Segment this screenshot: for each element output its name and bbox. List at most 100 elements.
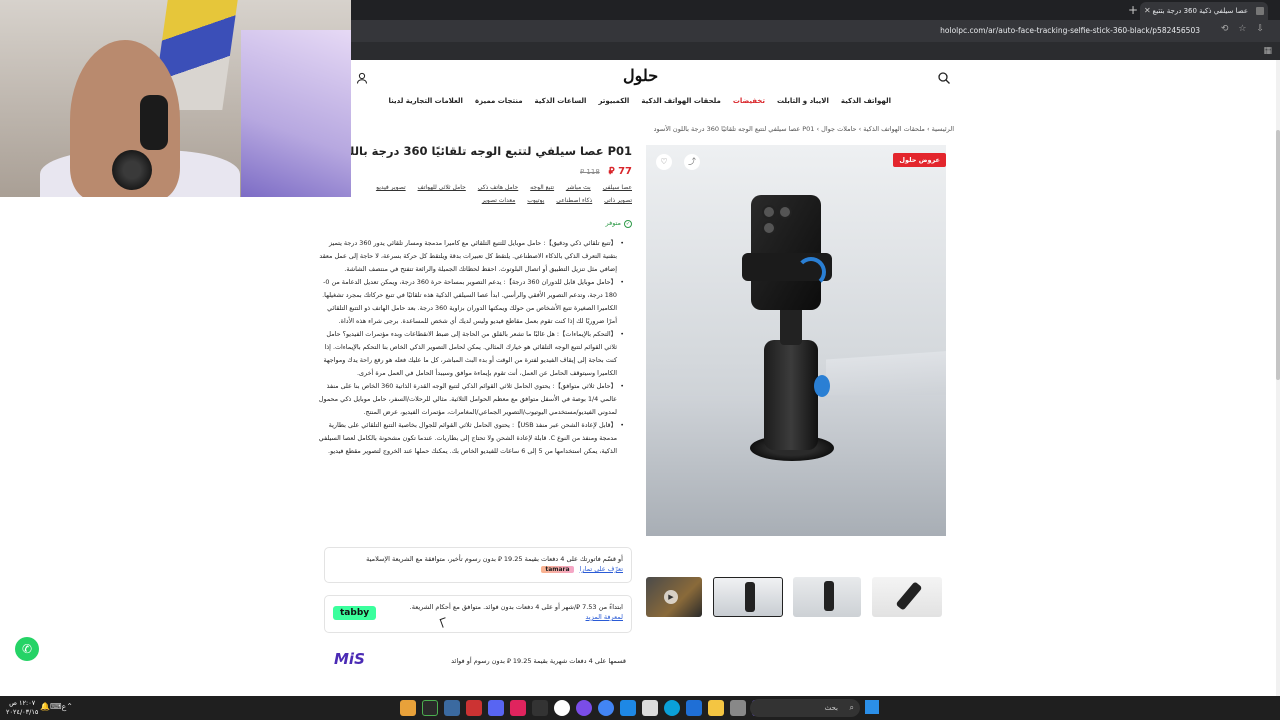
tag-link[interactable]: بث مباشر: [566, 184, 591, 191]
app-icon[interactable]: [620, 700, 636, 716]
new-tab-icon[interactable]: +: [1128, 3, 1138, 17]
site-favicon-icon: [1256, 7, 1264, 15]
breadcrumb[interactable]: الرئيسية › ملحقات الهواتف الذكية › حاملا…: [620, 125, 954, 133]
edge-icon[interactable]: [664, 700, 680, 716]
windows-start-icon[interactable]: [865, 700, 879, 714]
tag-link[interactable]: يوتيوب: [527, 197, 544, 204]
discord-icon[interactable]: [488, 700, 504, 716]
chrome-icon[interactable]: [400, 700, 416, 716]
current-price: 77 ⃁: [608, 166, 632, 177]
thumbnail-object: [823, 581, 834, 611]
mis-logo: MiS: [334, 650, 365, 668]
wishlist-heart-icon[interactable]: ♡: [656, 154, 672, 170]
thumbnail[interactable]: [793, 577, 861, 617]
thumbnail-video[interactable]: ▶: [646, 577, 702, 617]
old-price: 118 ⃁: [580, 168, 600, 176]
app-icon[interactable]: [730, 700, 746, 716]
clock-date: ٢٠٢٤/٠٣/١٥: [6, 708, 39, 716]
feature-list: 【تتبع تلقائي ذكي ودقيق】: حامل موبايل للت…: [318, 237, 624, 458]
tamara-payment-box: أو قسّم فاتورتك على 4 دفعات بقيمة 19.25 …: [324, 547, 632, 583]
feature-item: 【تتبع تلقائي ذكي ودقيق】: حامل موبايل للت…: [318, 237, 624, 276]
product-title: P01 عصا سيلفي لتتبع الوجه تلقائيًا 360 د…: [292, 144, 632, 158]
app-icon[interactable]: [576, 700, 592, 716]
product-info: P01 عصا سيلفي لتتبع الوجه تلقائيًا 360 د…: [292, 140, 632, 228]
tabby-learn-link[interactable]: لمعرفة المزيد: [333, 613, 623, 621]
nav-sales[interactable]: تخفيضات: [733, 97, 765, 105]
search-icon: ⌕: [849, 703, 854, 712]
app-icon[interactable]: [686, 700, 702, 716]
price-row: 77 ⃁ 118 ⃁: [318, 164, 632, 177]
nav-ipad-tablets[interactable]: الايباد و التابلت: [777, 97, 829, 105]
tag-link[interactable]: معدات تصوير: [482, 197, 515, 204]
webcam-overlay: [0, 0, 351, 197]
tag-link[interactable]: تتبع الوجه: [530, 184, 554, 191]
taskbar-clock[interactable]: ١٢:٠٧ ص ٢٠٢٤/٠٣/١٥: [6, 699, 38, 717]
tamara-text: أو قسّم فاتورتك على 4 دفعات بقيمة 19.25 …: [366, 555, 623, 563]
play-icon[interactable]: ▶: [664, 590, 678, 604]
close-icon[interactable]: ✕: [1144, 2, 1151, 20]
app-icon[interactable]: [554, 700, 570, 716]
steam-icon[interactable]: [444, 700, 460, 716]
nav-phone-accessories[interactable]: ملحقات الهواتف الذكية: [641, 97, 720, 105]
camera-lens-icon: [778, 205, 792, 219]
camera-lens-icon: [762, 221, 776, 235]
tag-link[interactable]: حامل هاتف ذكي: [478, 184, 519, 191]
headset-icon: [140, 95, 168, 150]
camera-lens-icon: [762, 205, 776, 219]
feature-item: 【قابل لإعادة الشحن عبر منفذ USB】: يحتوي …: [318, 419, 624, 458]
nav-computers[interactable]: الكمبيوتر: [598, 97, 629, 105]
tag-link[interactable]: تصوير فيديو: [376, 184, 405, 191]
apps-grid-icon[interactable]: ▦: [1263, 46, 1272, 56]
browser-tab[interactable]: عصا سيلفي ذكية 360 درجة بتتبع ✕: [1140, 2, 1268, 20]
system-tray-icon[interactable]: 🔔⌨ع⌃: [40, 702, 73, 711]
taskbar-search[interactable]: بحث ⌕: [750, 699, 860, 717]
main-navigation: الهواتف الذكية الايباد و التابلت تخفيضات…: [389, 97, 891, 105]
thumbnail[interactable]: [872, 577, 942, 617]
url-field[interactable]: hololpc.com/ar/auto-face-tracking-selfie…: [940, 24, 1200, 38]
reload-icon[interactable]: ⟲☆⇩: [1221, 24, 1274, 34]
share-icon[interactable]: ⤴: [684, 154, 700, 170]
stock-status: ✓متوفر: [318, 219, 632, 228]
tag-link[interactable]: حامل ثلاثي للهواتف: [418, 184, 466, 191]
whatsapp-icon[interactable]: ✆: [15, 637, 39, 661]
tabby-text: ابتداءً من 7.53 ⃁/شهر أو على 4 دفعات بدو…: [409, 603, 623, 611]
tamara-logo: tamara: [541, 566, 574, 573]
tag-link[interactable]: عصا سيلفي: [603, 184, 632, 191]
app-icon[interactable]: [532, 700, 548, 716]
folder-icon[interactable]: [708, 700, 724, 716]
check-circle-icon: ✓: [624, 220, 632, 228]
thumbnail-selected[interactable]: [713, 577, 783, 617]
product-main-image[interactable]: عروض حلول ♡ ⤴: [646, 145, 946, 536]
site-header: حلول الهواتف الذكية الايباد و التابلت تخ…: [351, 60, 1280, 120]
nav-brands[interactable]: العلامات التجارية لدينا: [389, 97, 463, 105]
taskbar-apps: [400, 700, 774, 716]
mis-text: قسمها على 4 دفعات شهرية بقيمة 19.25 ⃁ بد…: [451, 657, 626, 665]
microphone-icon: [112, 150, 152, 190]
terminal-icon[interactable]: [422, 700, 438, 716]
thumbnail-strip: ▶: [646, 577, 946, 619]
search-icon[interactable]: [937, 70, 951, 84]
nav-featured[interactable]: منتجات مميزة: [475, 97, 523, 105]
feature-item: 【حامل ثلاثي متوافق】: يحتوي الحامل ثلاثي …: [318, 380, 624, 419]
clock-time: ١٢:٠٧ ص: [9, 699, 36, 707]
tag-link[interactable]: تصوير ذاتي: [604, 197, 632, 204]
tabby-payment-box: ابتداءً من 7.53 ⃁/شهر أو على 4 دفعات بدو…: [324, 595, 632, 633]
scrollbar-thumb[interactable]: [1276, 130, 1280, 380]
offer-badge: عروض حلول: [893, 153, 946, 167]
app-icon[interactable]: [642, 700, 658, 716]
site-logo[interactable]: حلول: [623, 66, 658, 85]
tag-link[interactable]: ذكاء اصطناعي: [556, 197, 592, 204]
feature-item: 【حامل موبايل قابل للدوران 360 درجة】: يدع…: [318, 276, 624, 328]
tabby-logo: tabby: [333, 606, 377, 620]
nav-smartphones[interactable]: الهواتف الذكية: [841, 97, 891, 105]
tracking-sensor-icon: [814, 375, 830, 397]
tamara-learn-link[interactable]: تعرّف على تمارا: [580, 565, 623, 573]
tab-title: عصا سيلفي ذكية 360 درجة بتتبع: [1152, 7, 1248, 15]
chrome-icon[interactable]: [598, 700, 614, 716]
app-icon[interactable]: [510, 700, 526, 716]
nav-smartwatches[interactable]: الساعات الذكية: [535, 97, 587, 105]
page-scrollbar[interactable]: [1276, 60, 1280, 696]
product-tags: عصا سيلفي بث مباشر تتبع الوجه حامل هاتف …: [342, 181, 632, 207]
user-account-icon[interactable]: [355, 70, 369, 84]
app-icon[interactable]: [466, 700, 482, 716]
